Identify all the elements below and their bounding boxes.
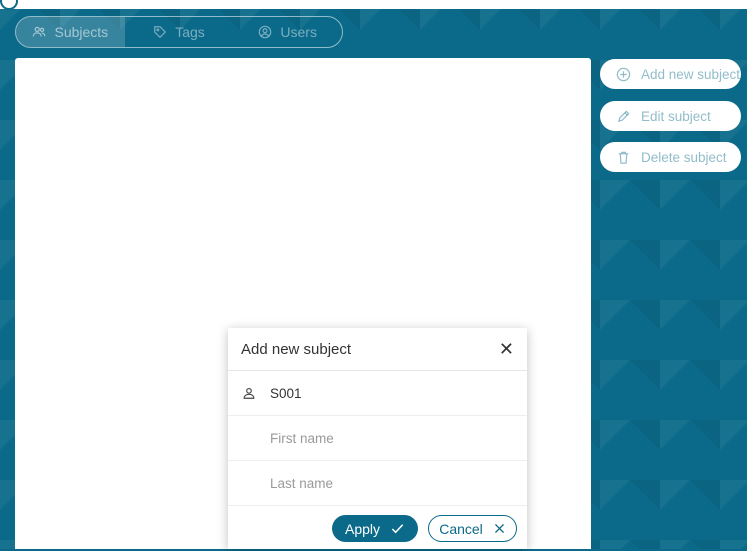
users-icon [33, 26, 46, 37]
delete-subject-label: Delete subject [641, 149, 727, 165]
tag-icon [154, 26, 167, 39]
delete-subject-button[interactable]: Delete subject [600, 142, 741, 172]
tab-users[interactable]: Users [233, 17, 342, 47]
last-name-row [228, 461, 527, 506]
dialog-title: Add new subject [241, 340, 352, 358]
close-icon [494, 523, 504, 534]
tab-label: Subjects [54, 24, 109, 40]
edit-subject-label: Edit subject [641, 108, 711, 124]
plus-circle-icon [616, 67, 631, 81]
add-subject-label: Add new subject [641, 66, 741, 82]
app-logo-icon [0, 0, 18, 10]
close-icon[interactable]: ✕ [499, 340, 514, 358]
apply-label: Apply [344, 520, 381, 537]
edit-subject-button[interactable]: Edit subject [600, 101, 741, 131]
subject-id-input[interactable] [268, 384, 502, 402]
first-name-row [228, 416, 527, 461]
check-icon [391, 524, 404, 534]
cancel-button[interactable]: Cancel [428, 515, 517, 542]
tab-subjects[interactable]: Subjects [16, 17, 125, 47]
person-icon [242, 385, 258, 401]
tab-label: Tags [175, 24, 205, 40]
first-name-input[interactable] [268, 429, 502, 447]
user-circle-icon [259, 25, 272, 39]
add-subject-dialog: Add new subject ✕ Apply Cancel [228, 328, 527, 549]
trash-icon [618, 151, 629, 164]
tab-tags[interactable]: Tags [125, 17, 234, 47]
tab-bar: Subjects Tags Users [15, 16, 343, 48]
cancel-label: Cancel [439, 520, 483, 537]
pencil-icon [617, 109, 630, 122]
top-strip [0, 0, 747, 10]
last-name-input[interactable] [268, 474, 502, 492]
dialog-footer: Apply Cancel [228, 506, 527, 551]
apply-button[interactable]: Apply [332, 515, 418, 542]
add-subject-button[interactable]: Add new subject [600, 59, 741, 89]
tab-label: Users [280, 24, 317, 40]
subject-id-row [228, 371, 527, 416]
dialog-header: Add new subject ✕ [228, 328, 527, 371]
